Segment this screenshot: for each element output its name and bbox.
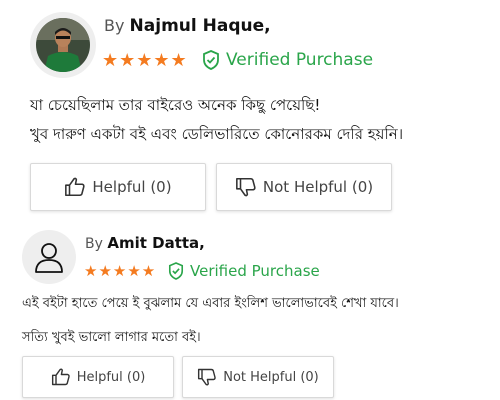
shield-check-icon bbox=[203, 50, 219, 70]
not-helpful-label: Not Helpful (0) bbox=[262, 178, 374, 196]
by-label: By bbox=[85, 236, 103, 252]
not-helpful-button[interactable]: Not Helpful (0) bbox=[216, 163, 392, 211]
thumbs-up-icon bbox=[65, 177, 85, 197]
review-text-line-2: খুব দারুণ একটা বই এবং ডেলিভারিতে কোনোরকম… bbox=[30, 125, 404, 143]
helpful-label: Helpful (0) bbox=[92, 178, 172, 196]
reviewer-byline: By Najmul Haque, bbox=[104, 16, 271, 36]
reviewer-name: Najmul Haque, bbox=[129, 16, 271, 36]
reviewer-byline: By Amit Datta, bbox=[85, 234, 205, 252]
by-label: By bbox=[104, 16, 125, 35]
reviewer-name: Amit Datta, bbox=[107, 234, 205, 252]
review-2: By Amit Datta, ★★★★★ Verified Purchase এ… bbox=[0, 222, 500, 400]
helpful-button[interactable]: Helpful (0) bbox=[22, 356, 174, 398]
review-text-line-2: সত্যি খুবই ভালো লাগার মতো বই। bbox=[22, 330, 201, 345]
verified-purchase-badge: Verified Purchase bbox=[168, 262, 320, 280]
verified-label: Verified Purchase bbox=[226, 50, 374, 70]
user-outline-icon bbox=[35, 243, 63, 273]
shield-check-icon bbox=[168, 262, 184, 280]
star-rating: ★★★★★ bbox=[102, 50, 188, 71]
verified-label: Verified Purchase bbox=[190, 262, 320, 280]
not-helpful-label: Not Helpful (0) bbox=[223, 369, 319, 385]
helpful-button[interactable]: Helpful (0) bbox=[30, 163, 206, 211]
not-helpful-button[interactable]: Not Helpful (0) bbox=[182, 356, 334, 398]
reviewer-avatar bbox=[22, 230, 76, 284]
review-text-line-1: যা চেয়েছিলাম তার বাইরেও অনেক কিছু পেয়ে… bbox=[30, 96, 321, 114]
reviewer-avatar bbox=[30, 12, 96, 78]
review-1: By Najmul Haque, ★★★★★ Verified Purchase… bbox=[0, 0, 500, 222]
user-photo bbox=[36, 18, 90, 72]
helpful-label: Helpful (0) bbox=[76, 369, 146, 385]
review-text-line-1: এই বইটা হাতে পেয়ে ই বুঝলাম যে এবার ইংলি… bbox=[22, 296, 399, 311]
thumbs-up-icon bbox=[51, 368, 70, 386]
star-rating: ★★★★★ bbox=[84, 262, 157, 280]
thumbs-down-icon bbox=[198, 368, 216, 386]
thumbs-down-icon bbox=[235, 177, 256, 197]
verified-purchase-badge: Verified Purchase bbox=[202, 50, 373, 70]
